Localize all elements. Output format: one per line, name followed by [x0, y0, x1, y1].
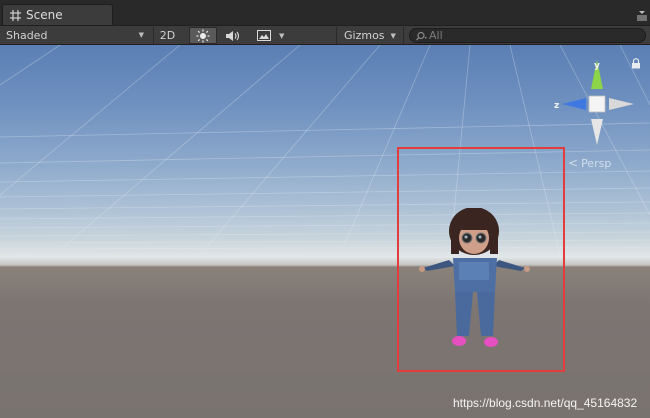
- effects-dropdown[interactable]: ▼: [252, 27, 292, 44]
- watermark-text: https://blog.csdn.net/qq_45164832: [453, 396, 638, 410]
- toggle-2d-button[interactable]: 2D: [153, 27, 181, 44]
- shading-mode-dropdown[interactable]: Shaded ▼: [6, 27, 148, 44]
- sun-icon: [196, 29, 210, 42]
- tab-menu-icon[interactable]: [636, 10, 648, 22]
- dropdown-arrow-icon: ▼: [279, 31, 285, 40]
- gizmo-z-label: z: [554, 101, 559, 111]
- search-input[interactable]: All: [409, 28, 646, 43]
- dropdown-arrow-icon: ▼: [138, 31, 144, 39]
- toggle-2d-label: 2D: [159, 29, 176, 42]
- gizmos-dropdown[interactable]: Gizmos ▼: [336, 27, 404, 44]
- scene-viewport[interactable]: y z < Persp https://blog.csdn.net/qq_451…: [0, 45, 650, 418]
- lighting-toggle-button[interactable]: [189, 27, 217, 44]
- character-model[interactable]: [415, 208, 535, 353]
- tab-label: Scene: [26, 8, 63, 22]
- search-icon: [416, 31, 427, 40]
- tab-bar: Scene: [0, 0, 650, 25]
- chevron-left-icon: <: [568, 156, 579, 170]
- projection-toggle[interactable]: < Persp: [568, 156, 611, 170]
- lock-icon[interactable]: [631, 58, 641, 69]
- projection-label: Persp: [581, 156, 612, 170]
- tab-scene[interactable]: Scene: [2, 4, 113, 25]
- speaker-icon: [226, 30, 240, 41]
- orientation-gizmo[interactable]: y z: [553, 57, 637, 147]
- shading-mode-label: Shaded: [6, 29, 48, 42]
- audio-toggle-button[interactable]: [220, 27, 246, 44]
- gizmos-label: Gizmos: [344, 29, 385, 42]
- grid-icon: [10, 9, 21, 21]
- scene-toolbar: Shaded ▼ 2D ▼ Gizmos ▼ All: [0, 25, 650, 45]
- image-icon: [257, 30, 271, 41]
- dropdown-arrow-icon: ▼: [390, 31, 396, 40]
- search-value: All: [429, 29, 443, 42]
- gizmo-y-label: y: [594, 61, 600, 71]
